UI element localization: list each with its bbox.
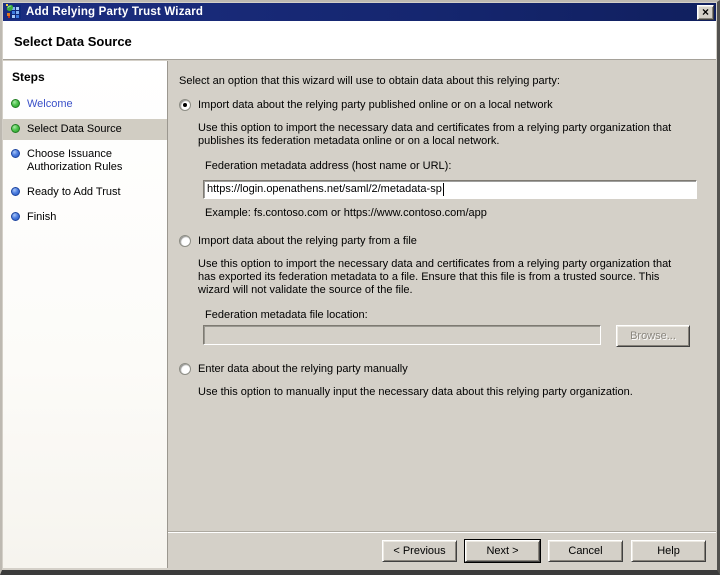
step-item-select-data-source[interactable]: Select Data Source — [3, 119, 167, 140]
option-description: Use this option to import the necessary … — [198, 258, 687, 297]
browse-button[interactable]: Browse... — [616, 325, 690, 347]
metadata-address-value: https://login.openathens.net/saml/2/meta… — [207, 183, 442, 196]
step-done-icon — [11, 124, 20, 133]
step-done-icon — [11, 99, 20, 108]
step-todo-icon — [11, 212, 20, 221]
content-column: Select an option that this wizard will u… — [168, 61, 716, 568]
content-panel: Select an option that this wizard will u… — [168, 61, 716, 533]
option-label[interactable]: Import data about the relying party from… — [198, 235, 417, 248]
option-description: Use this option to manually input the ne… — [198, 386, 687, 399]
wizard-page-header: Select Data Source — [3, 21, 716, 60]
radio-import-file[interactable] — [179, 235, 191, 247]
cancel-button[interactable]: Cancel — [548, 540, 623, 562]
text-caret — [443, 183, 444, 196]
cancel-button-label: Cancel — [568, 545, 602, 557]
next-button-label: Next > — [486, 545, 518, 557]
step-item-ready-to-add-trust[interactable]: Ready to Add Trust — [3, 182, 167, 203]
steps-sidebar: Steps Welcome Select Data Source Choose … — [3, 61, 168, 568]
option-label[interactable]: Import data about the relying party publ… — [198, 99, 553, 112]
step-label: Select Data Source — [27, 123, 122, 136]
help-button[interactable]: Help — [631, 540, 706, 562]
window-title: Add Relying Party Trust Wizard — [26, 6, 693, 18]
metadata-address-example: Example: fs.contoso.com or https://www.c… — [205, 207, 704, 220]
metadata-address-input[interactable]: https://login.openathens.net/saml/2/meta… — [203, 180, 697, 199]
radio-import-online[interactable] — [179, 99, 191, 111]
option-enter-manually[interactable]: Enter data about the relying party manua… — [179, 363, 704, 376]
previous-button[interactable]: < Previous — [382, 540, 457, 562]
step-label: Choose Issuance Authorization Rules — [27, 148, 159, 174]
step-item-choose-issuance-authorization-rules[interactable]: Choose Issuance Authorization Rules — [3, 144, 167, 178]
metadata-file-row: Browse... — [203, 325, 704, 347]
close-button[interactable]: × — [697, 5, 714, 20]
step-item-finish[interactable]: Finish — [3, 207, 167, 228]
option-import-file[interactable]: Import data about the relying party from… — [179, 235, 704, 248]
page-title: Select Data Source — [3, 21, 716, 49]
close-icon: × — [702, 6, 709, 18]
step-todo-icon — [11, 187, 20, 196]
steps-heading: Steps — [3, 61, 167, 90]
help-button-label: Help — [657, 545, 680, 557]
wizard-footer: < Previous Next > Cancel Help — [168, 533, 716, 568]
step-label: Finish — [27, 211, 56, 224]
metadata-file-label: Federation metadata file location: — [205, 309, 704, 322]
option-description: Use this option to import the necessary … — [198, 122, 687, 148]
step-todo-icon — [11, 149, 20, 158]
next-button[interactable]: Next > — [465, 540, 540, 562]
radio-enter-manually[interactable] — [179, 363, 191, 375]
step-label: Ready to Add Trust — [27, 186, 121, 199]
wizard-window: Add Relying Party Trust Wizard × Select … — [0, 0, 720, 575]
option-import-online[interactable]: Import data about the relying party publ… — [179, 99, 704, 112]
previous-button-label: < Previous — [393, 545, 445, 557]
metadata-file-input[interactable] — [203, 325, 601, 345]
metadata-address-label: Federation metadata address (host name o… — [205, 160, 704, 173]
intro-text: Select an option that this wizard will u… — [179, 75, 659, 88]
wizard-body: Steps Welcome Select Data Source Choose … — [3, 61, 716, 568]
adfs-wizard-icon — [6, 4, 22, 20]
option-label[interactable]: Enter data about the relying party manua… — [198, 363, 408, 376]
step-item-welcome[interactable]: Welcome — [3, 94, 167, 115]
browse-button-label: Browse... — [630, 330, 676, 343]
title-bar: Add Relying Party Trust Wizard × — [3, 3, 716, 21]
step-label: Welcome — [27, 98, 73, 111]
